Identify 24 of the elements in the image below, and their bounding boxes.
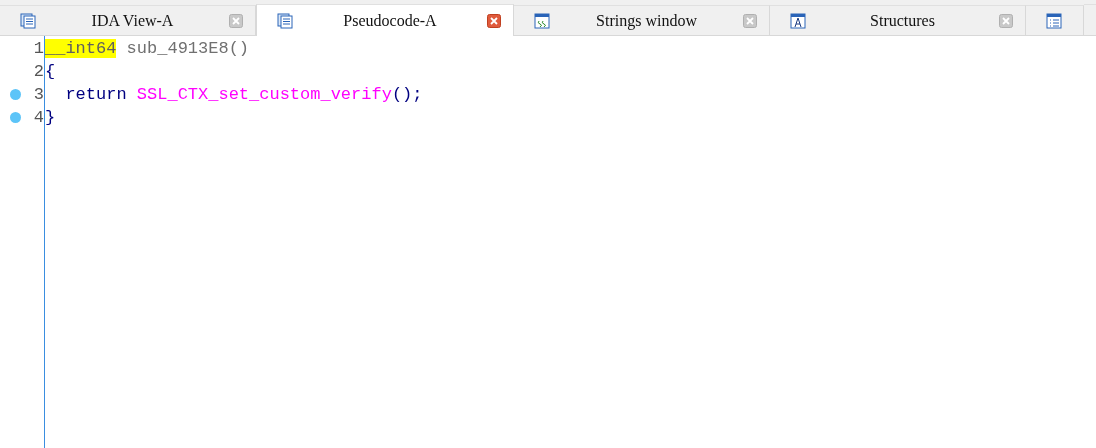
tab[interactable]: Structures: [770, 5, 1026, 35]
line-number: 4: [33, 108, 44, 127]
line-number: 3: [33, 85, 44, 104]
document-icon: [1046, 12, 1062, 29]
close-icon[interactable]: [999, 13, 1013, 28]
breakpoint-icon[interactable]: [10, 112, 21, 123]
structure-icon: [790, 12, 806, 29]
line-number: 1: [33, 39, 44, 58]
breakpoint-icon[interactable]: [10, 89, 21, 100]
strings-icon: [534, 12, 550, 29]
close-icon[interactable]: [229, 13, 243, 28]
code-line: }: [45, 107, 57, 129]
tab[interactable]: IDA View-A: [0, 5, 256, 35]
code-line: __int64 sub_4913E8(): [45, 38, 251, 60]
code-line: {: [45, 61, 57, 83]
code-line: return SSL_CTX_set_custom_verify();: [64, 84, 423, 106]
tab[interactable]: Strings window: [514, 5, 770, 35]
document-icon: [20, 12, 36, 29]
close-icon[interactable]: [743, 13, 757, 28]
line-number: 2: [33, 62, 44, 81]
document-icon: [277, 12, 293, 29]
close-icon[interactable]: [487, 13, 501, 28]
tab[interactable]: Pseudocode-A: [256, 4, 514, 36]
tab[interactable]: [1026, 5, 1084, 35]
